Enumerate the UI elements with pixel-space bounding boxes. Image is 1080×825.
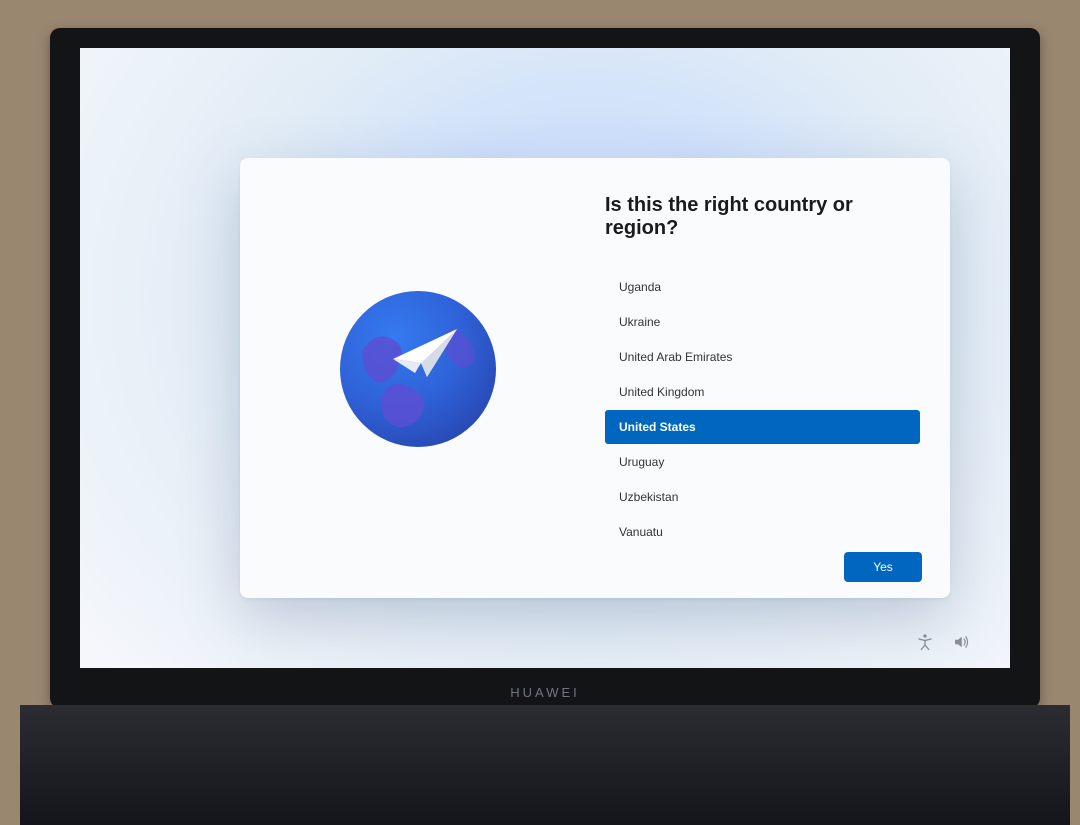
region-item[interactable]: United States xyxy=(605,410,920,444)
region-item[interactable]: United Kingdom xyxy=(605,375,920,409)
page-title: Is this the right country or region? xyxy=(605,194,920,240)
card-body: Is this the right country or region? Uga… xyxy=(240,158,950,550)
region-list[interactable]: UgandaUkraineUnited Arab EmiratesUnited … xyxy=(605,270,920,550)
laptop-brand-label: HUAWEI xyxy=(510,685,580,700)
content-pane: Is this the right country or region? Uga… xyxy=(595,158,950,550)
laptop-frame: Is this the right country or region? Uga… xyxy=(20,0,1070,825)
card-footer: Yes xyxy=(240,550,950,598)
region-item[interactable]: United Arab Emirates xyxy=(605,340,920,374)
region-item[interactable]: Uruguay xyxy=(605,445,920,479)
screen-bezel: Is this the right country or region? Uga… xyxy=(50,28,1040,708)
volume-icon[interactable] xyxy=(952,633,970,651)
region-item[interactable]: Vanuatu xyxy=(605,515,920,549)
keyboard-deck xyxy=(20,705,1070,825)
region-item[interactable]: Ukraine xyxy=(605,305,920,339)
oobe-utility-icons xyxy=(916,633,970,651)
windows-oobe-screen: Is this the right country or region? Uga… xyxy=(80,48,1010,668)
oobe-card: Is this the right country or region? Uga… xyxy=(240,158,950,598)
globe-paper-plane-icon xyxy=(338,289,498,449)
confirm-button[interactable]: Yes xyxy=(844,552,922,582)
illustration-pane xyxy=(240,158,595,550)
region-item[interactable]: Uganda xyxy=(605,270,920,304)
accessibility-icon[interactable] xyxy=(916,633,934,651)
region-item[interactable]: Uzbekistan xyxy=(605,480,920,514)
